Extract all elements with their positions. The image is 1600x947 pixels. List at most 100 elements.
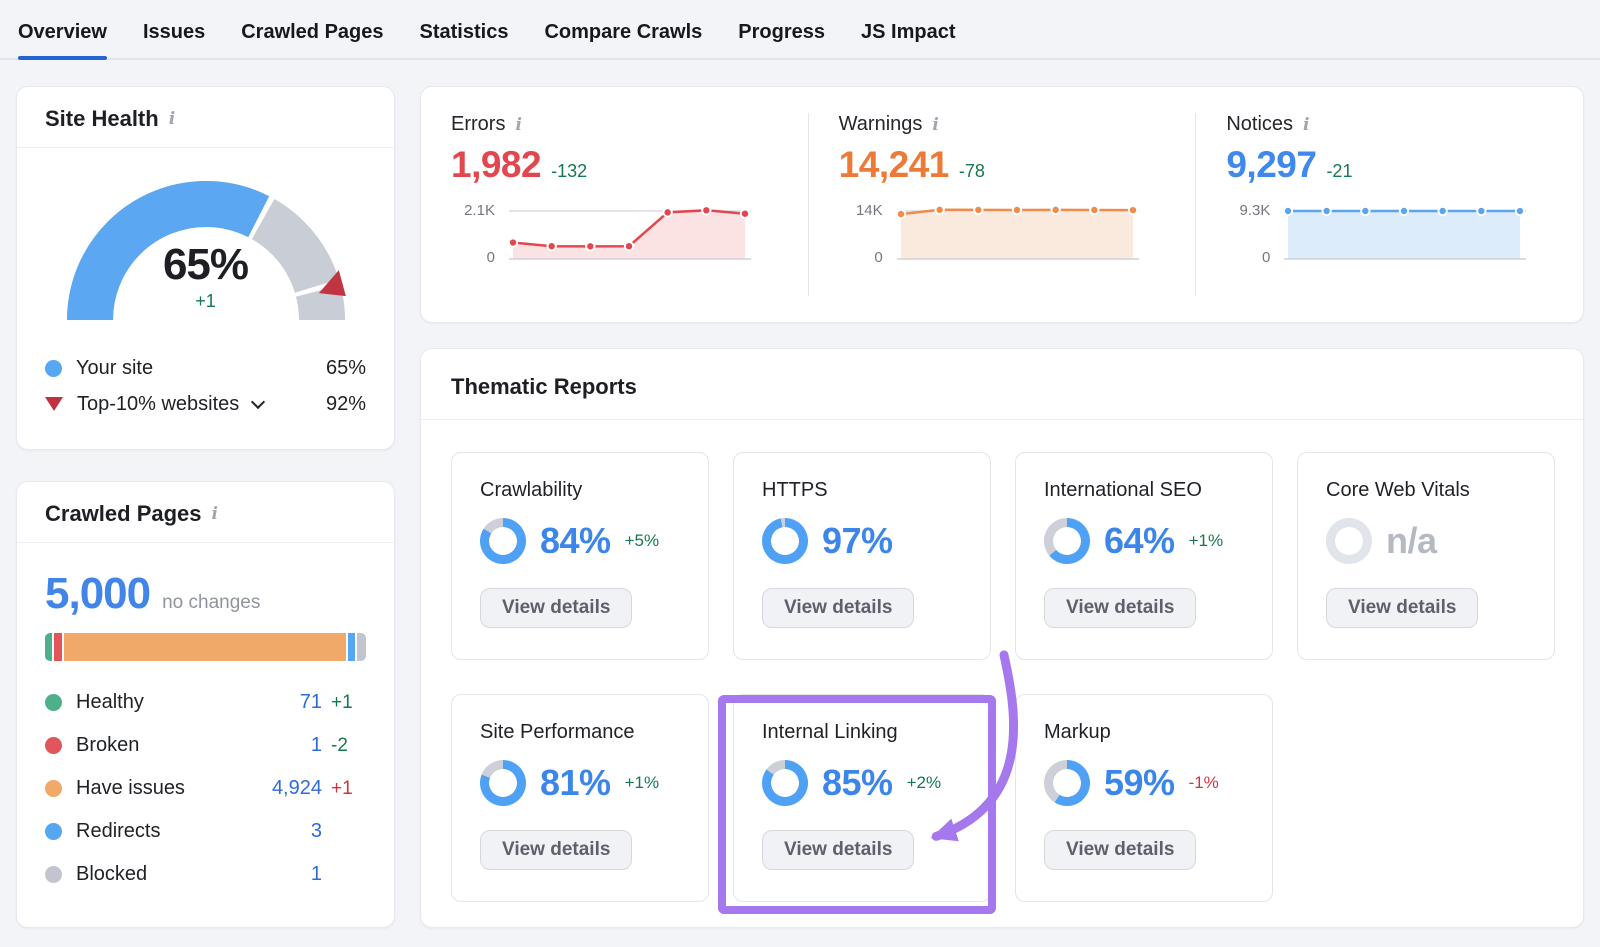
- y-tick-zero: 0: [487, 249, 495, 266]
- score-donut-chart: [480, 518, 526, 564]
- thematic-card-https: HTTPS97%View details: [733, 452, 991, 660]
- view-details-button[interactable]: View details: [480, 588, 632, 628]
- view-details-button[interactable]: View details: [480, 830, 632, 870]
- info-icon[interactable]: i: [1303, 115, 1309, 135]
- site-health-gauge: 65% +1: [66, 180, 346, 328]
- tab-overview[interactable]: Overview: [18, 21, 107, 58]
- bar-segment-broken: [54, 633, 62, 661]
- site-audit-overview-page: Overview Issues Crawled Pages Statistics Com…: [0, 0, 1600, 928]
- stat-errors: Errorsi 1,982 -132 2.1K 0: [421, 113, 808, 296]
- trend-area-chart: [893, 202, 1139, 264]
- stat-chart: 14K0: [839, 202, 1166, 264]
- thematic-card-crawlability: Crawlability 84%+5% View details: [451, 452, 709, 660]
- legend-label: Have issues: [76, 777, 185, 800]
- y-tick-max: 2.1K: [464, 202, 495, 219]
- y-tick-max: 14K: [856, 202, 883, 219]
- tab-crawled-pages[interactable]: Crawled Pages: [241, 21, 383, 58]
- stat-warnings: Warningsi14,241-7814K0: [808, 113, 1196, 296]
- stat-label: Notices i: [1226, 113, 1553, 136]
- legend-value: 65%: [308, 357, 366, 380]
- score-donut-chart: [1044, 760, 1090, 806]
- stat-delta: -78: [959, 161, 985, 182]
- legend-label: Healthy: [76, 691, 144, 714]
- tab-compare-crawls[interactable]: Compare Crawls: [544, 21, 702, 58]
- legend-item-blocked: Blocked 1: [45, 853, 366, 896]
- thematic-card-site-performance: Site Performance81%+1%View details: [451, 694, 709, 902]
- stat-label-text: Notices: [1226, 113, 1293, 136]
- info-icon[interactable]: i: [212, 504, 218, 524]
- right-column: Errorsi1,982-1322.1K0Warningsi14,241-781…: [420, 86, 1584, 928]
- stat-value: 14,241: [839, 144, 949, 186]
- gauge-center: 65% +1: [66, 240, 346, 312]
- stat-chart: 2.1K 0: [451, 202, 778, 264]
- crawled-pages-legend: Healthy71+1Broken1-2Have issues4,924+1Re…: [45, 681, 366, 896]
- thematic-reports-card: Thematic Reports Crawlability84%+5%View …: [420, 348, 1584, 928]
- crawled-pages-title: Crawled Pages: [45, 501, 202, 527]
- chevron-down-icon[interactable]: [251, 395, 265, 409]
- legend-label: Top-10% websites: [77, 393, 239, 416]
- left-column: Site Health i 65% +1 Your site65%Top-10%…: [16, 86, 395, 928]
- crawled-pages-total: 5,000: [45, 569, 150, 619]
- crawled-pages-header: Crawled Pages i: [17, 482, 394, 543]
- y-tick-zero: 0: [1262, 249, 1270, 266]
- stat-number-row: 9,297-21: [1226, 144, 1553, 186]
- info-icon[interactable]: i: [169, 109, 175, 129]
- legend-count[interactable]: 1: [311, 863, 322, 886]
- legend-label: Broken: [76, 734, 139, 757]
- view-details-button[interactable]: View details: [762, 830, 914, 870]
- legend-item-top-10-websites[interactable]: Top-10% websites92%: [45, 386, 366, 422]
- legend-count[interactable]: 3: [311, 820, 322, 843]
- stat-value: 1,982: [451, 144, 541, 186]
- legend-item-healthy: Healthy 71+1: [45, 681, 366, 724]
- legend-item-broken: Broken1-2: [45, 724, 366, 767]
- thematic-card-core-web-vitals: Core Web Vitalsn/aView details: [1297, 452, 1555, 660]
- thematic-delta: -1%: [1189, 773, 1219, 793]
- thematic-score-row: 81%+1%: [480, 760, 680, 806]
- thematic-delta: +2%: [907, 773, 942, 793]
- crawled-pages-note: no changes: [162, 592, 260, 614]
- thematic-card-title: Crawlability: [480, 479, 680, 502]
- site-health-title: Site Health: [45, 106, 159, 132]
- thematic-card-internal-linking: Internal Linking 85%+2% View details: [733, 694, 991, 902]
- trend-area-chart: [1280, 202, 1526, 264]
- score-donut-chart: [480, 760, 526, 806]
- tab-progress[interactable]: Progress: [738, 21, 825, 58]
- legend-count[interactable]: 1: [311, 734, 322, 757]
- thematic-card-title: Internal Linking: [762, 721, 962, 744]
- legend-delta: +1: [322, 692, 366, 714]
- legend-item-have-issues: Have issues4,924+1: [45, 767, 366, 810]
- legend-count[interactable]: 71: [300, 691, 322, 714]
- bar-segment-blocked: [357, 633, 366, 661]
- thematic-reports-body: Crawlability84%+5%View detailsHTTPS97%Vi…: [421, 420, 1583, 934]
- view-details-button[interactable]: View details: [762, 588, 914, 628]
- stat-value: 9,297: [1226, 144, 1316, 186]
- tab-issues[interactable]: Issues: [143, 21, 205, 58]
- view-details-button[interactable]: View details: [1044, 830, 1196, 870]
- thematic-score: 64%: [1104, 520, 1175, 562]
- thematic-score-row: 85%+2%: [762, 760, 962, 806]
- info-icon[interactable]: i: [932, 115, 938, 135]
- crawled-pages-body: 5,000 no changes Healthy71+1Broken1-2Hav…: [17, 543, 394, 920]
- view-details-button[interactable]: View details: [1326, 588, 1478, 628]
- thematic-delta: +1%: [1189, 531, 1224, 551]
- thematic-grid: Crawlability84%+5%View detailsHTTPS97%Vi…: [451, 452, 1553, 902]
- thematic-score-row: 59%-1%: [1044, 760, 1244, 806]
- view-details-button[interactable]: View details: [1044, 588, 1196, 628]
- legend-dot-icon: [45, 780, 62, 797]
- site-health-body: 65% +1 Your site65%Top-10% websites92%: [17, 148, 394, 446]
- tab-statistics[interactable]: Statistics: [420, 21, 509, 58]
- thematic-score-row: 84%+5%: [480, 518, 680, 564]
- legend-count[interactable]: 4,924: [272, 777, 322, 800]
- site-health-legend: Your site65%Top-10% websites92%: [45, 350, 366, 422]
- legend-dot-icon: [45, 866, 62, 883]
- legend-label: Blocked: [76, 863, 147, 886]
- stat-notices: Noticesi9,297-219.3K0: [1195, 113, 1583, 296]
- stat-delta: -132: [551, 161, 587, 182]
- stat-label: Errorsi: [451, 113, 778, 136]
- info-icon[interactable]: i: [515, 115, 521, 135]
- thematic-card-title: International SEO: [1044, 479, 1244, 502]
- chart-y-axis: 14K0: [839, 202, 883, 264]
- tab-js-impact[interactable]: JS Impact: [861, 21, 955, 58]
- crawled-pages-total-row: 5,000 no changes: [45, 569, 366, 619]
- thematic-card-title: Markup: [1044, 721, 1244, 744]
